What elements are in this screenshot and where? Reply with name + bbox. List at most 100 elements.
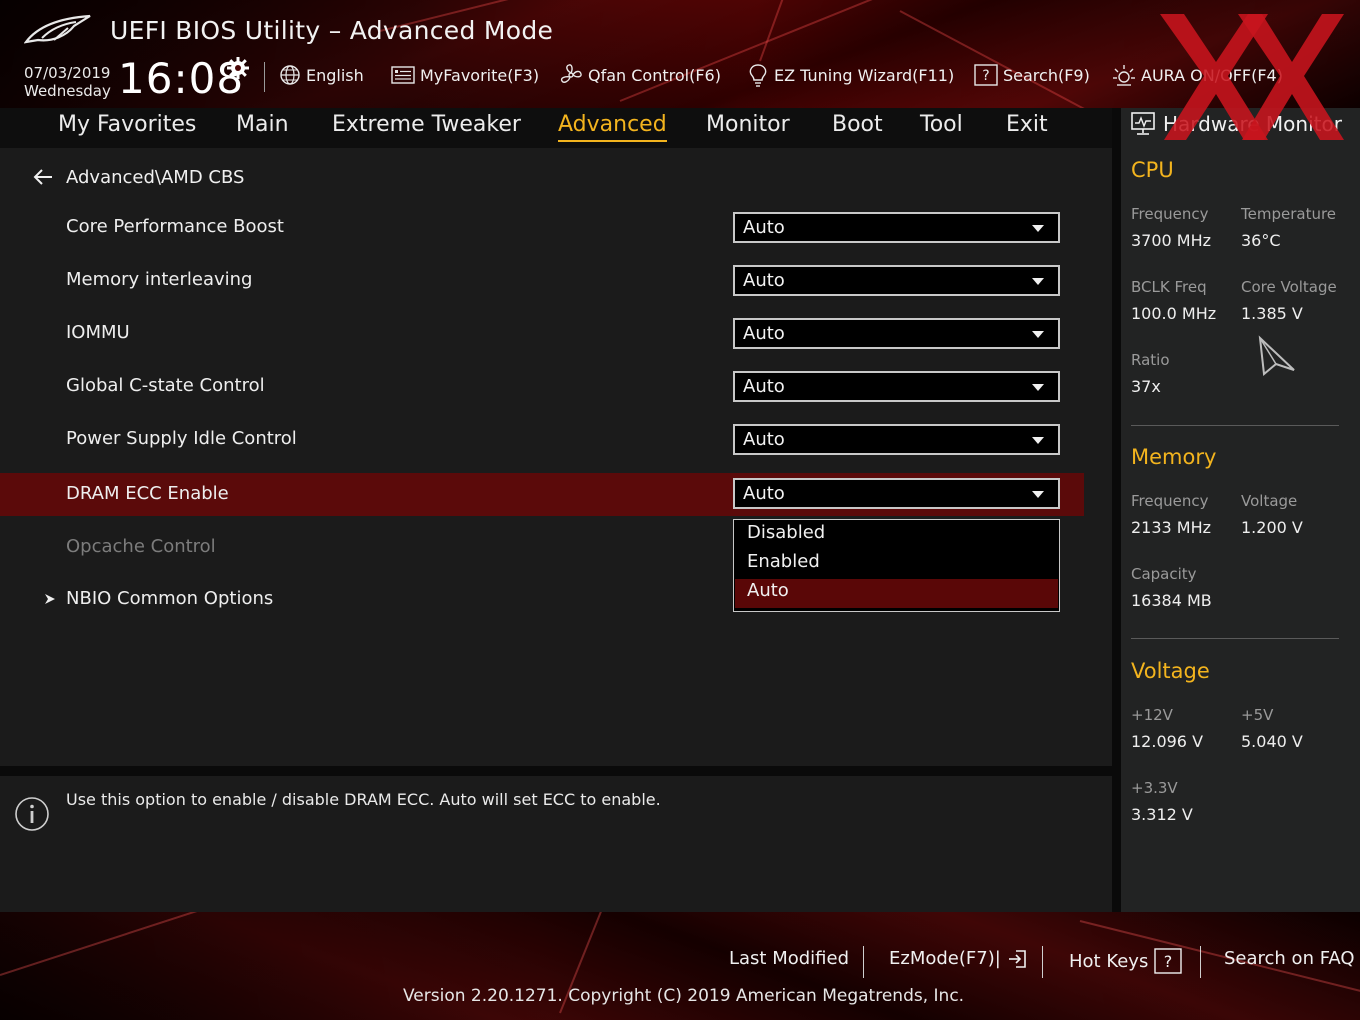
footer-divider (1200, 946, 1201, 978)
dropdown-option[interactable]: Enabled (735, 550, 1058, 579)
cpu-temperature-label: Temperature (1241, 205, 1337, 223)
setting-row-dram-ecc-enable[interactable]: DRAM ECC Enable Auto (0, 473, 1084, 516)
date-display: 07/03/2019 Wednesday (24, 64, 111, 100)
dropdown-value: Auto (743, 323, 785, 344)
hot-keys-button[interactable]: Hot Keys ? (1069, 948, 1183, 974)
setting-row-memory-interleaving[interactable]: Memory interleaving Auto (0, 259, 1084, 302)
search-on-faq-label: Search on FAQ (1224, 948, 1355, 969)
bclk-value: 100.0 MHz (1131, 304, 1217, 323)
setting-row-core-performance-boost[interactable]: Core Performance Boost Auto (0, 206, 1084, 249)
dropdown-option-selected[interactable]: Auto (735, 579, 1058, 608)
svg-text:?: ? (1164, 952, 1173, 971)
setting-label: Global C-state Control (66, 375, 265, 396)
tab-tool[interactable]: Tool (920, 112, 963, 137)
cursor-icon (1258, 335, 1295, 376)
setting-label: Power Supply Idle Control (66, 428, 297, 449)
last-modified-button[interactable]: Last Modified (729, 948, 849, 969)
dropdown-value: Auto (743, 429, 785, 450)
global-c-state-control-dropdown[interactable]: Auto (733, 371, 1060, 402)
language-button[interactable]: English (279, 62, 364, 88)
aura-icon (1113, 65, 1135, 86)
back-arrow-icon[interactable] (32, 168, 54, 186)
last-modified-label: Last Modified (729, 948, 850, 969)
search-button[interactable]: ? Search(F9) (974, 62, 1090, 88)
power-supply-idle-control-dropdown[interactable]: Auto (733, 424, 1060, 455)
dropdown-value: Auto (743, 376, 785, 397)
hw-section-voltage: Voltage (1131, 659, 1210, 683)
tab-my-favorites[interactable]: My Favorites (58, 112, 196, 137)
setting-label: Opcache Control (66, 536, 216, 557)
ezmode-button[interactable]: EzMode(F7)| (889, 948, 1027, 969)
aura-toggle-label: AURA ON/OFF(F4) (1141, 65, 1283, 85)
hw-divider-line (1131, 638, 1339, 639)
v33-label: +3.3V (1131, 779, 1178, 797)
favorites-icon (391, 66, 415, 84)
chevron-down-icon (1032, 225, 1044, 232)
tab-exit[interactable]: Exit (1006, 112, 1048, 137)
memory-capacity-value: 16384 MB (1131, 591, 1212, 610)
ezmode-label: EzMode(F7)| (889, 948, 1001, 969)
dropdown-options-list: Disabled Enabled Auto (733, 519, 1060, 612)
core-performance-boost-dropdown[interactable]: Auto (733, 212, 1060, 243)
breadcrumb[interactable]: Advanced\AMD CBS (32, 162, 244, 192)
v12-label: +12V (1131, 706, 1173, 724)
hw-divider-line (1131, 425, 1339, 426)
cpu-frequency-value: 3700 MHz (1131, 231, 1212, 250)
lightbulb-icon (749, 64, 767, 87)
setting-label: Core Performance Boost (66, 216, 284, 237)
date: 07/03/2019 (24, 64, 111, 82)
myfavorite-button[interactable]: MyFavorite(F3) (391, 62, 539, 88)
memory-frequency-label: Frequency (1131, 492, 1209, 510)
footer: Last Modified EzMode(F7)| Hot Keys ? Sea… (0, 912, 1360, 1020)
iommu-dropdown[interactable]: Auto (733, 318, 1060, 349)
tab-main[interactable]: Main (236, 112, 289, 137)
qfan-control-label: Qfan Control(F6) (588, 65, 721, 85)
weekday: Wednesday (24, 82, 111, 100)
dram-ecc-enable-dropdown[interactable]: Auto (733, 478, 1060, 509)
v33-value: 3.312 V (1131, 805, 1193, 824)
hardware-monitor-panel: Hardware Monitor CPU Frequency Temperatu… (1121, 108, 1360, 912)
ratio-label: Ratio (1131, 351, 1170, 369)
header-divider (264, 62, 265, 92)
search-on-faq-button[interactable]: Search on FAQ (1224, 948, 1355, 969)
gear-icon[interactable] (226, 56, 250, 80)
memory-interleaving-dropdown[interactable]: Auto (733, 265, 1060, 296)
memory-capacity-label: Capacity (1131, 565, 1197, 583)
footer-divider (1042, 946, 1043, 978)
tab-advanced[interactable]: Advanced (558, 112, 667, 142)
myfavorite-label: MyFavorite(F3) (420, 65, 540, 85)
submenu-nbio-common-options[interactable]: NBIO Common Options (44, 588, 273, 609)
hot-keys-label: Hot Keys (1069, 950, 1149, 972)
tab-extreme-tweaker[interactable]: Extreme Tweaker (332, 112, 521, 137)
version-text: Version 2.20.1271. Copyright (C) 2019 Am… (403, 986, 965, 1006)
setting-label: IOMMU (66, 322, 130, 343)
app-title: UEFI BIOS Utility – Advanced Mode (110, 16, 554, 45)
help-divider (0, 766, 1112, 776)
cpu-frequency-label: Frequency (1131, 205, 1209, 223)
setting-row-power-supply-idle-control[interactable]: Power Supply Idle Control Auto (0, 418, 1084, 461)
setting-row-global-c-state-control[interactable]: Global C-state Control Auto (0, 365, 1084, 408)
dropdown-option[interactable]: Disabled (735, 521, 1058, 550)
hw-section-memory: Memory (1131, 445, 1217, 469)
memory-voltage-label: Voltage (1241, 492, 1298, 510)
bclk-label: BCLK Freq (1131, 278, 1207, 296)
submenu-label: NBIO Common Options (66, 588, 274, 609)
v5-value: 5.040 V (1241, 732, 1303, 751)
breadcrumb-path: Advanced\AMD CBS (66, 166, 245, 188)
setting-label: DRAM ECC Enable (66, 483, 229, 504)
qfan-control-button[interactable]: Qfan Control(F6) (559, 62, 721, 88)
footer-divider (863, 946, 864, 978)
submenu-arrow-icon (45, 593, 55, 604)
aura-toggle-button[interactable]: AURA ON/OFF(F4) (1112, 62, 1283, 88)
help-box-icon: ? (1154, 948, 1183, 974)
setting-row-iommu[interactable]: IOMMU Auto (0, 312, 1084, 355)
hw-divider (1112, 108, 1121, 912)
core-voltage-label: Core Voltage (1241, 278, 1337, 296)
tab-monitor[interactable]: Monitor (706, 112, 790, 137)
tab-boot[interactable]: Boot (832, 112, 883, 137)
v12-value: 12.096 V (1131, 732, 1204, 751)
hw-monitor-title: Hardware Monitor (1131, 112, 1342, 136)
chevron-down-icon (1032, 384, 1044, 391)
search-box-icon: ? (974, 64, 998, 86)
ez-tuning-wizard-button[interactable]: EZ Tuning Wizard(F11) (747, 62, 954, 88)
